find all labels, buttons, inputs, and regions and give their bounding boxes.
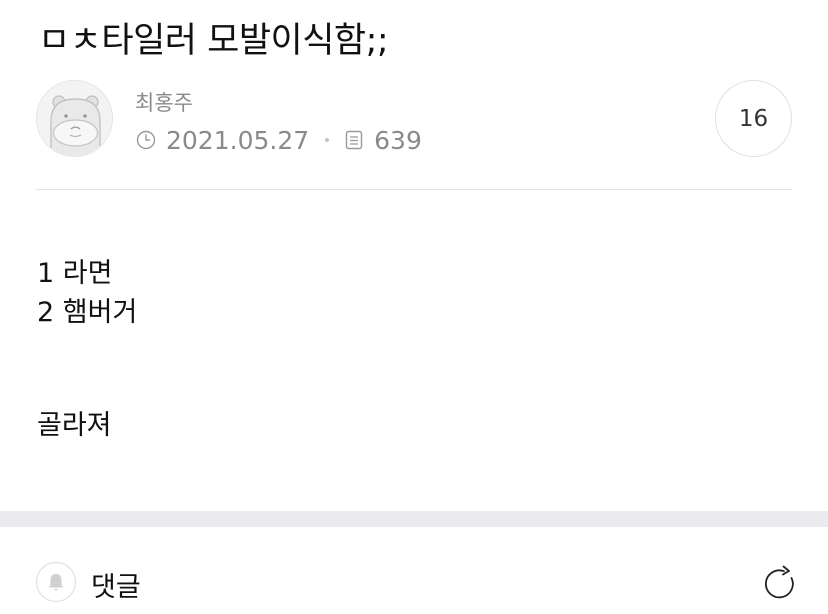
body-line: 골라져 <box>37 410 112 441</box>
view-count: 639 <box>374 125 422 155</box>
post-date: 2021.05.27 <box>166 125 310 155</box>
bell-icon <box>48 574 64 591</box>
comment-notification-toggle[interactable] <box>36 562 76 602</box>
clock-icon <box>135 129 157 151</box>
post-body: 1 라면 2 햄버거 골라져 <box>37 254 137 445</box>
refresh-icon <box>764 565 794 599</box>
post-meta: 2021.05.27 639 <box>135 124 422 156</box>
body-line: 2 햄버거 <box>37 297 138 328</box>
comment-count-badge[interactable]: 16 <box>715 80 792 157</box>
comments-label: 댓글 <box>91 572 141 603</box>
meta-separator <box>325 138 330 142</box>
avatar[interactable] <box>36 80 113 157</box>
author-name[interactable]: 최홍주 <box>135 87 193 117</box>
section-separator <box>0 511 828 527</box>
hippo-avatar-icon <box>37 81 112 156</box>
body-line: 1 라면 <box>37 258 113 289</box>
refresh-button[interactable] <box>758 562 802 606</box>
document-icon <box>343 129 365 151</box>
post-title: ㅁㅊ타일러 모발이식함;; <box>38 21 389 61</box>
post-header: 최홍주 2021.05.27 639 16 <box>36 80 792 158</box>
header-divider <box>36 189 792 190</box>
comments-header: 댓글 <box>36 562 804 606</box>
